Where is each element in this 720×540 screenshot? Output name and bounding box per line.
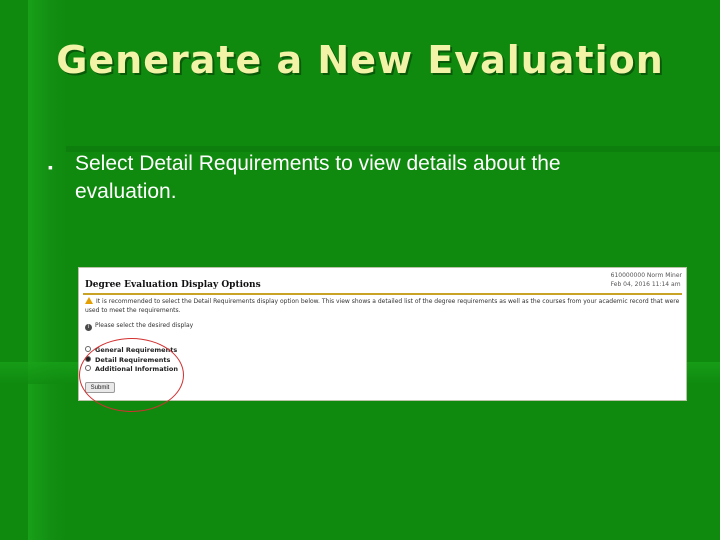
info-icon: i	[85, 324, 92, 331]
warning-icon	[85, 297, 93, 304]
slide-title: Generate a New Evaluation	[56, 38, 664, 82]
embedded-screenshot: Degree Evaluation Display Options 610000…	[78, 267, 687, 412]
timestamp: Feb 04, 2016 11:14 am	[610, 281, 681, 288]
bullet-square-icon: ▪	[48, 159, 53, 175]
highlight-circle	[79, 338, 184, 412]
user-id-name: 610000000 Norm Miner	[610, 272, 682, 279]
bullet-point: ▪ Select Detail Requirements to view det…	[44, 150, 664, 206]
info-text: Please select the desired display	[95, 322, 194, 329]
user-meta: 610000000 Norm Miner Feb 04, 2016 11:14 …	[611, 271, 682, 289]
display-options-header: Degree Evaluation Display Options	[85, 280, 261, 290]
warning-message: It is recommended to select the Detail R…	[85, 297, 681, 315]
info-message: i Please select the desired display	[85, 322, 193, 331]
header-divider	[83, 293, 682, 295]
bullet-text: Select Detail Requirements to view detai…	[75, 152, 561, 203]
warning-text: It is recommended to select the Detail R…	[85, 298, 680, 314]
